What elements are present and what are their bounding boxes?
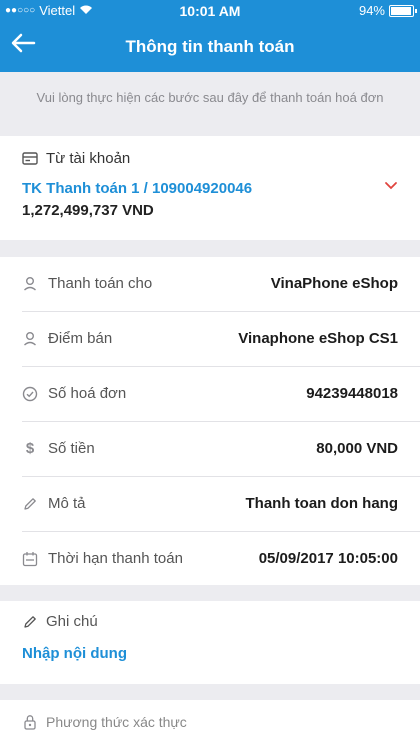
calendar-icon <box>22 551 38 567</box>
pencil-icon <box>22 614 38 630</box>
lock-icon <box>22 714 38 730</box>
status-bar: ●●○○○ Viettel 10:01 AM 94% <box>0 0 420 22</box>
chevron-down-icon[interactable] <box>384 178 398 196</box>
account-section[interactable]: Từ tài khoản TK Thanh toán 1 / 109004920… <box>0 136 420 240</box>
detail-row-description: Mô tả Thanh toan don hang <box>0 477 420 532</box>
detail-value: Vinaphone eShop CS1 <box>238 330 398 347</box>
check-circle-icon <box>22 386 38 402</box>
detail-label: Số hoá đơn <box>48 385 127 402</box>
auth-label: Phương thức xác thực <box>46 714 187 730</box>
pencil-icon <box>22 496 38 512</box>
detail-value: 80,000 VND <box>316 440 398 457</box>
dollar-icon: $ <box>25 440 35 457</box>
detail-row-due-date: Thời hạn thanh toán 05/09/2017 10:05:00 <box>0 532 420 587</box>
detail-row-payee: Thanh toán cho VinaPhone eShop <box>0 257 420 312</box>
account-label: Từ tài khoản <box>46 150 131 167</box>
note-section-header: Ghi chú <box>22 613 98 630</box>
battery-percent: 94% <box>358 3 385 18</box>
detail-value: Thanh toan don hang <box>245 495 398 512</box>
detail-label: Thời hạn thanh toán <box>48 550 183 567</box>
status-time: 10:01 AM <box>179 3 241 19</box>
detail-label: Mô tả <box>48 495 86 512</box>
account-section-header: Từ tài khoản <box>22 150 130 167</box>
account-name[interactable]: TK Thanh toán 1 / 109004920046 <box>22 180 252 197</box>
page-title: Thông tin thanh toán <box>125 37 295 56</box>
note-input[interactable]: Nhập nội dung <box>22 645 127 662</box>
detail-row-amount: $ Số tiền 80,000 VND <box>0 422 420 477</box>
person-icon <box>22 276 38 292</box>
nav-bar: Thông tin thanh toán <box>0 22 420 72</box>
auth-method-section[interactable]: Phương thức xác thực <box>0 700 420 745</box>
detail-value: VinaPhone eShop <box>270 275 398 292</box>
detail-label: Điểm bán <box>48 330 113 347</box>
auth-section-header: Phương thức xác thực <box>22 714 187 730</box>
payment-details: Thanh toán cho VinaPhone eShop Điểm bán … <box>0 257 420 585</box>
note-label: Ghi chú <box>46 613 98 630</box>
detail-label: Số tiền <box>48 440 95 457</box>
battery-icon <box>389 4 417 17</box>
detail-row-invoice-number: Số hoá đơn 94239448018 <box>0 367 420 422</box>
notice-text: Vui lòng thực hiện các bước sau đây để t… <box>36 90 384 105</box>
detail-value: 94239448018 <box>306 385 398 402</box>
detail-value: 05/09/2017 10:05:00 <box>258 550 398 567</box>
note-section[interactable]: Ghi chú Nhập nội dung <box>0 601 420 684</box>
instruction-notice: Vui lòng thực hiện các bước sau đây để t… <box>0 72 420 136</box>
person-icon <box>22 331 38 347</box>
card-icon <box>22 151 38 167</box>
account-balance: 1,272,499,737 VND <box>22 202 154 219</box>
detail-label: Thanh toán cho <box>48 275 153 292</box>
detail-row-point-of-sale: Điểm bán Vinaphone eShop CS1 <box>0 312 420 367</box>
